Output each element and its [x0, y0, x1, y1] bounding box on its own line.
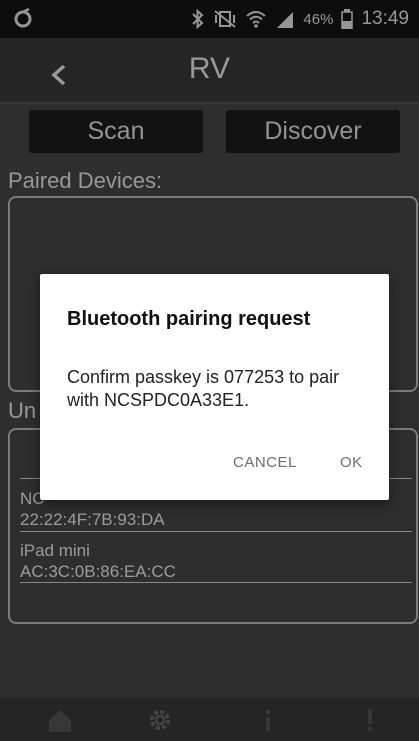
dialog-message: Confirm passkey is 077253 to pair with N…	[67, 367, 340, 410]
ok-button[interactable]: OK	[340, 454, 363, 471]
bluetooth-pairing-dialog: Bluetooth pairing request Confirm passke…	[40, 274, 389, 500]
dialog-title: Bluetooth pairing request	[67, 308, 311, 330]
cancel-button[interactable]: CANCEL	[233, 454, 297, 471]
